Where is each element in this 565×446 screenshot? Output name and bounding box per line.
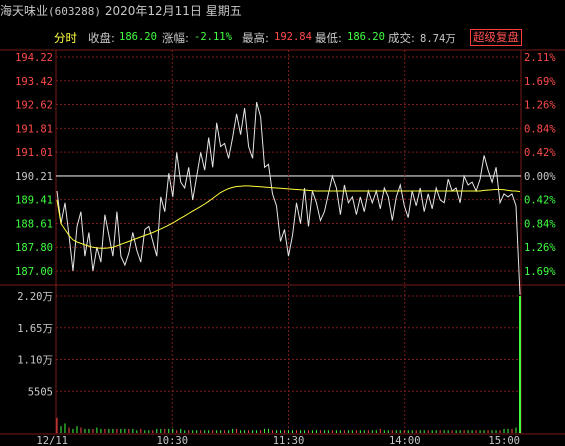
- percent-tick-label: 0.42%: [524, 195, 556, 207]
- price-tick-label: 189.41: [15, 195, 53, 207]
- percent-tick-label: 0.42%: [524, 147, 556, 159]
- price-tick-label: 190.21: [15, 171, 53, 183]
- percent-tick-label: 0.84%: [524, 123, 556, 135]
- price-tick-label: 187.80: [15, 242, 53, 254]
- percent-tick-label: 0.00%: [524, 171, 556, 183]
- intraday-chart[interactable]: 194.22 193.42 192.62 191.81 191.01 190.21 189.…: [0, 0, 565, 446]
- price-axis-left: 194.22 193.42 192.62 191.81 191.01 190.21 189.…: [15, 52, 53, 278]
- price-tick-label: 187.00: [15, 266, 53, 278]
- percent-tick-label: 1.69%: [524, 76, 556, 88]
- price-tick-label: 188.61: [15, 218, 53, 230]
- price-tick-label: 191.81: [15, 123, 53, 135]
- percent-axis-right: 2.11% 1.69% 1.26% 0.84% 0.42% 0.00% 0.42% 0.84%…: [524, 52, 556, 278]
- time-axis: 12/11 10:30 11:30 14:00 15:00: [36, 435, 520, 446]
- price-tick-label: 194.22: [15, 52, 53, 64]
- time-tick-label: 15:00: [488, 435, 520, 446]
- chart-grid: [0, 49, 565, 435]
- time-tick-label: 10:30: [156, 435, 188, 446]
- percent-tick-label: 0.84%: [524, 218, 556, 230]
- price-tick-label: 192.62: [15, 100, 53, 112]
- percent-tick-label: 2.11%: [524, 52, 556, 64]
- volume-tick-label: 5505: [28, 386, 53, 398]
- percent-tick-label: 1.26%: [524, 100, 556, 112]
- price-tick-label: 191.01: [15, 147, 53, 159]
- volume-tick-label: 1.10万: [17, 355, 53, 367]
- volume-tick-label: 2.20万: [17, 291, 53, 303]
- volume-bars: [56, 296, 521, 433]
- volume-tick-label: 1.65万: [17, 323, 53, 335]
- volume-axis: 2.20万 1.65万 1.10万 5505: [17, 291, 53, 398]
- time-tick-label: 12/11: [36, 435, 68, 446]
- percent-tick-label: 1.69%: [524, 266, 556, 278]
- time-tick-label: 11:30: [273, 435, 305, 446]
- price-tick-label: 193.42: [15, 76, 53, 88]
- time-tick-label: 14:00: [389, 435, 421, 446]
- percent-tick-label: 1.26%: [524, 242, 556, 254]
